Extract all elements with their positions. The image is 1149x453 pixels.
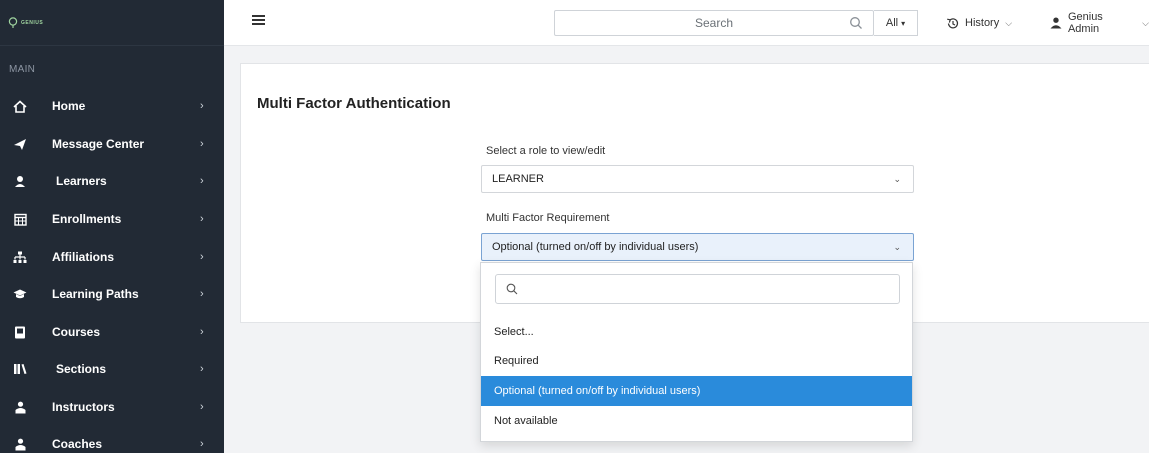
chevron-right-icon: ›	[200, 175, 204, 187]
chevron-right-icon: ›	[200, 438, 204, 450]
requirement-select-value: Optional (turned on/off by individual us…	[492, 241, 699, 253]
requirement-select-label: Multi Factor Requirement	[486, 212, 610, 224]
chevron-right-icon: ›	[200, 100, 204, 112]
sidebar-item-label: Message Center	[52, 137, 145, 151]
sidebar-item-label: Home	[52, 99, 86, 113]
coach-icon	[12, 436, 28, 452]
sidebar: GENIUS MAIN Home › Message Center › Lear…	[0, 0, 224, 453]
sidebar-item-label: Courses	[52, 325, 101, 339]
sidebar-item-label: Coaches	[52, 437, 103, 451]
sidebar-item-learners[interactable]: Learners ›	[0, 163, 224, 199]
sidebar-item-sections[interactable]: Sections ›	[0, 351, 224, 387]
sidebar-item-affiliations[interactable]: Affiliations ›	[0, 239, 224, 275]
chevron-right-icon: ›	[200, 326, 204, 338]
dropdown-search[interactable]	[495, 274, 900, 304]
sidebar-item-home[interactable]: Home ›	[0, 88, 224, 124]
instructor-icon	[12, 399, 28, 415]
user-name: Genius Admin	[1067, 11, 1103, 35]
sidebar-item-message-center[interactable]: Message Center ›	[0, 126, 224, 162]
dropdown-option-not-available[interactable]: Not available	[481, 406, 912, 436]
lightbulb-icon	[8, 16, 18, 28]
sidebar-item-label: Sections	[56, 362, 107, 376]
caret-down-icon: ▾	[901, 18, 906, 28]
global-search[interactable]	[554, 10, 874, 36]
sidebar-item-label: Instructors	[52, 400, 115, 414]
requirement-dropdown-menu: Select... Required Optional (turned on/o…	[480, 262, 913, 442]
history-icon	[947, 17, 959, 28]
user-icon	[1050, 17, 1062, 29]
library-icon	[12, 361, 28, 377]
brand-name: GENIUS	[21, 19, 44, 26]
sidebar-item-label: Learning Paths	[52, 287, 139, 301]
chevron-down-icon: ⌄	[893, 174, 901, 184]
dropdown-option-required[interactable]: Required	[481, 346, 912, 376]
chevron-right-icon: ›	[200, 363, 204, 375]
page-title: Multi Factor Authentication	[257, 95, 451, 112]
sidebar-item-coaches[interactable]: Coaches ›	[0, 426, 224, 453]
role-select[interactable]: LEARNER ⌄	[481, 165, 914, 193]
search-filter-label: All	[885, 17, 899, 29]
dropdown-search-input[interactable]	[526, 275, 896, 303]
chevron-right-icon: ›	[200, 401, 204, 413]
brand-logo[interactable]: GENIUS	[0, 0, 224, 46]
chevron-down-icon: ⌵	[1142, 17, 1149, 28]
dropdown-option-optional[interactable]: Optional (turned on/off by individual us…	[481, 376, 912, 406]
search-input[interactable]	[555, 11, 835, 35]
sidebar-item-learning-paths[interactable]: Learning Paths ›	[0, 276, 224, 312]
send-icon	[12, 136, 28, 152]
chevron-down-icon: ⌄	[893, 242, 901, 252]
learner-icon	[12, 173, 28, 189]
chevron-right-icon: ›	[200, 138, 204, 150]
requirement-select[interactable]: Optional (turned on/off by individual us…	[481, 233, 914, 261]
sidebar-item-instructors[interactable]: Instructors ›	[0, 389, 224, 425]
search-filter-dropdown[interactable]: All ▾	[874, 10, 918, 36]
sidebar-item-courses[interactable]: Courses ›	[0, 314, 224, 350]
search-icon	[506, 283, 518, 295]
search-icon[interactable]	[849, 16, 863, 30]
dropdown-option-select[interactable]: Select...	[481, 317, 912, 347]
org-chart-icon	[12, 249, 28, 265]
user-menu[interactable]: Genius Admin ⌵	[1050, 0, 1149, 46]
chevron-right-icon: ›	[200, 251, 204, 263]
calendar-icon	[12, 211, 28, 227]
chevron-down-icon: ⌵	[1005, 17, 1013, 28]
sidebar-item-label: Learners	[56, 174, 107, 188]
book-icon	[12, 324, 28, 340]
role-select-label: Select a role to view/edit	[486, 145, 606, 157]
history-menu[interactable]: History ⌵	[946, 0, 1012, 46]
home-icon	[12, 98, 28, 114]
sidebar-item-label: Affiliations	[52, 250, 114, 264]
top-bar: All ▾ History ⌵ Genius Admin ⌵	[224, 0, 1149, 46]
history-label: History	[965, 17, 1000, 29]
graduation-cap-icon	[12, 286, 28, 302]
sidebar-item-enrollments[interactable]: Enrollments ›	[0, 201, 224, 237]
chevron-right-icon: ›	[200, 213, 204, 225]
sidebar-item-label: Enrollments	[52, 212, 122, 226]
sidebar-section-label: MAIN	[9, 64, 36, 75]
menu-toggle-icon[interactable]	[252, 15, 265, 27]
role-select-value: LEARNER	[492, 173, 544, 185]
chevron-right-icon: ›	[200, 288, 204, 300]
